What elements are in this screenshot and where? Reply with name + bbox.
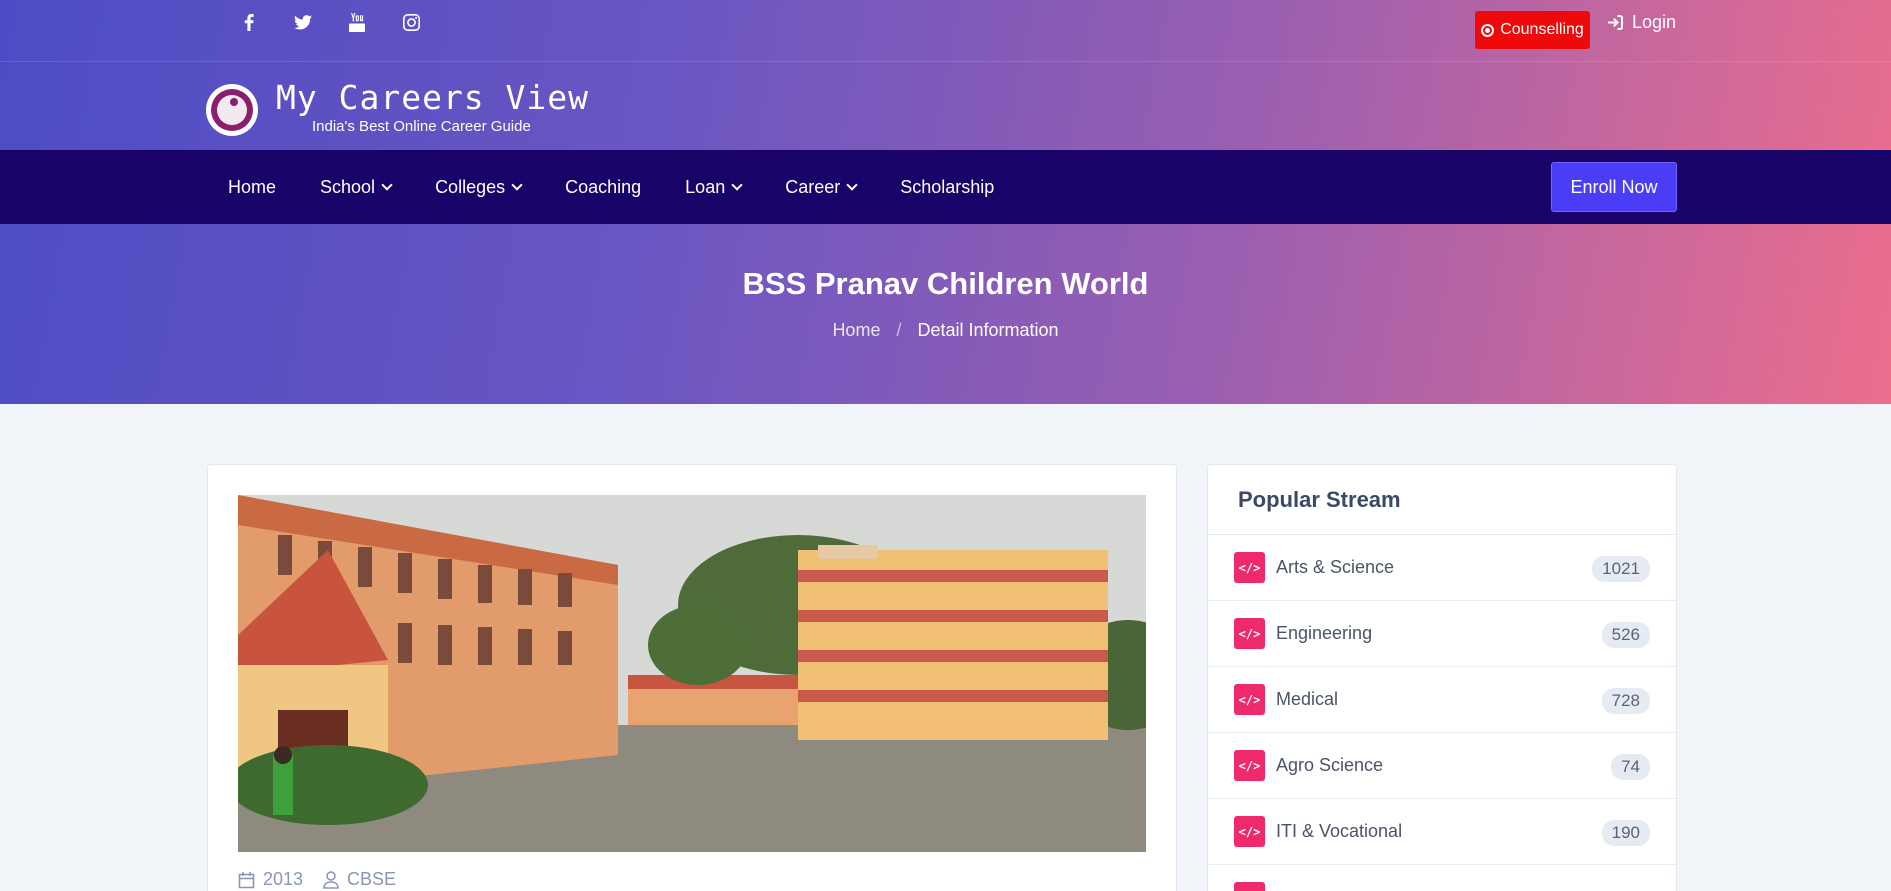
stream-item[interactable]: </> Arts & Science 1021 [1208, 535, 1676, 601]
breadcrumb-home[interactable]: Home [832, 320, 880, 341]
stream-item[interactable]: </> [1208, 865, 1676, 891]
enroll-now-button[interactable]: Enroll Now [1551, 162, 1677, 212]
stream-name: Agro Science [1276, 755, 1384, 775]
code-icon: </> [1234, 750, 1265, 781]
stream-count-badge: 728 [1601, 688, 1650, 714]
school-photo [238, 495, 1146, 852]
nav-label: Scholarship [900, 176, 995, 197]
stream-name: ITI & Vocational [1276, 821, 1403, 841]
counselling-label: Counselling [1500, 21, 1584, 38]
stream-item[interactable]: </> Agro Science 74 [1208, 733, 1676, 799]
stream-name: Medical [1276, 689, 1339, 709]
code-icon: </> [1234, 882, 1265, 891]
stream-item[interactable]: </> Medical 728 [1208, 667, 1676, 733]
login-link[interactable]: Login [1608, 12, 1676, 33]
stream-count-badge: 74 [1611, 754, 1650, 780]
code-icon: </> [1234, 552, 1265, 583]
nav-scholarship[interactable]: Scholarship [878, 150, 1016, 224]
brand[interactable]: My Careers View India's Best Online Care… [206, 80, 589, 136]
school-meta: 2013 CBSE [238, 869, 396, 890]
twitter-icon[interactable] [276, 10, 330, 34]
nav-home[interactable]: Home [206, 150, 298, 224]
sidebar-title: Popular Stream [1208, 465, 1676, 535]
nav-label: Coaching [565, 176, 642, 197]
nav-label: Loan [685, 176, 726, 197]
nav-label: Home [228, 176, 277, 197]
chevron-down-icon [381, 178, 393, 191]
chevron-down-icon [511, 178, 523, 191]
target-icon [1481, 23, 1495, 37]
breadcrumb: Home / Detail Information [0, 320, 1891, 341]
nav-label: School [320, 176, 376, 197]
brand-logo [206, 84, 258, 136]
nav-coaching[interactable]: Coaching [543, 150, 663, 224]
counselling-button[interactable]: Counselling [1475, 11, 1590, 49]
brand-title: My Careers View [276, 78, 590, 117]
main-navbar: Home School Colleges Coaching Loan Caree… [0, 150, 1891, 224]
board-text: CBSE [347, 869, 397, 889]
breadcrumb-separator: / [896, 320, 902, 340]
stream-count-badge: 526 [1601, 622, 1650, 648]
nav-loan[interactable]: Loan [663, 150, 763, 224]
top-bar: Counselling Login [0, 0, 1891, 62]
stream-item[interactable]: </> Engineering 526 [1208, 601, 1676, 667]
stream-name: Engineering [1276, 623, 1373, 643]
code-icon: </> [1234, 684, 1265, 715]
calendar-icon [238, 871, 255, 888]
stream-name: Arts & Science [1276, 557, 1395, 577]
stream-item[interactable]: </> ITI & Vocational 190 [1208, 799, 1676, 865]
user-icon [323, 870, 339, 889]
page-title: BSS Pranav Children World [742, 266, 1149, 301]
chevron-down-icon [846, 178, 858, 191]
stream-count-badge: 190 [1601, 820, 1650, 846]
facebook-icon[interactable] [222, 10, 276, 34]
nav-school[interactable]: School [298, 150, 413, 224]
nav-colleges[interactable]: Colleges [413, 150, 543, 224]
nav-label: Career [785, 176, 841, 197]
school-detail-card: 2013 CBSE [207, 464, 1177, 891]
stream-count-badge: 1021 [1592, 556, 1650, 582]
popular-stream-sidebar: Popular Stream </> Arts & Science 1021 <… [1207, 464, 1677, 891]
social-links [222, 10, 438, 34]
youtube-icon[interactable] [330, 10, 384, 34]
year-text: 2013 [263, 869, 304, 889]
year-info: 2013 [238, 869, 303, 890]
sign-in-icon [1608, 15, 1623, 30]
login-label: Login [1632, 12, 1677, 32]
nav-career[interactable]: Career [763, 150, 878, 224]
nav-label: Colleges [435, 176, 506, 197]
breadcrumb-current: Detail Information [917, 320, 1059, 340]
chevron-down-icon [731, 178, 743, 191]
brand-subtitle: India's Best Online Career Guide [312, 118, 531, 135]
nav-menu: Home School Colleges Coaching Loan Caree… [206, 150, 1016, 224]
board-info: CBSE [323, 869, 396, 890]
code-icon: </> [1234, 816, 1265, 847]
instagram-icon[interactable] [384, 10, 438, 34]
code-icon: </> [1234, 618, 1265, 649]
